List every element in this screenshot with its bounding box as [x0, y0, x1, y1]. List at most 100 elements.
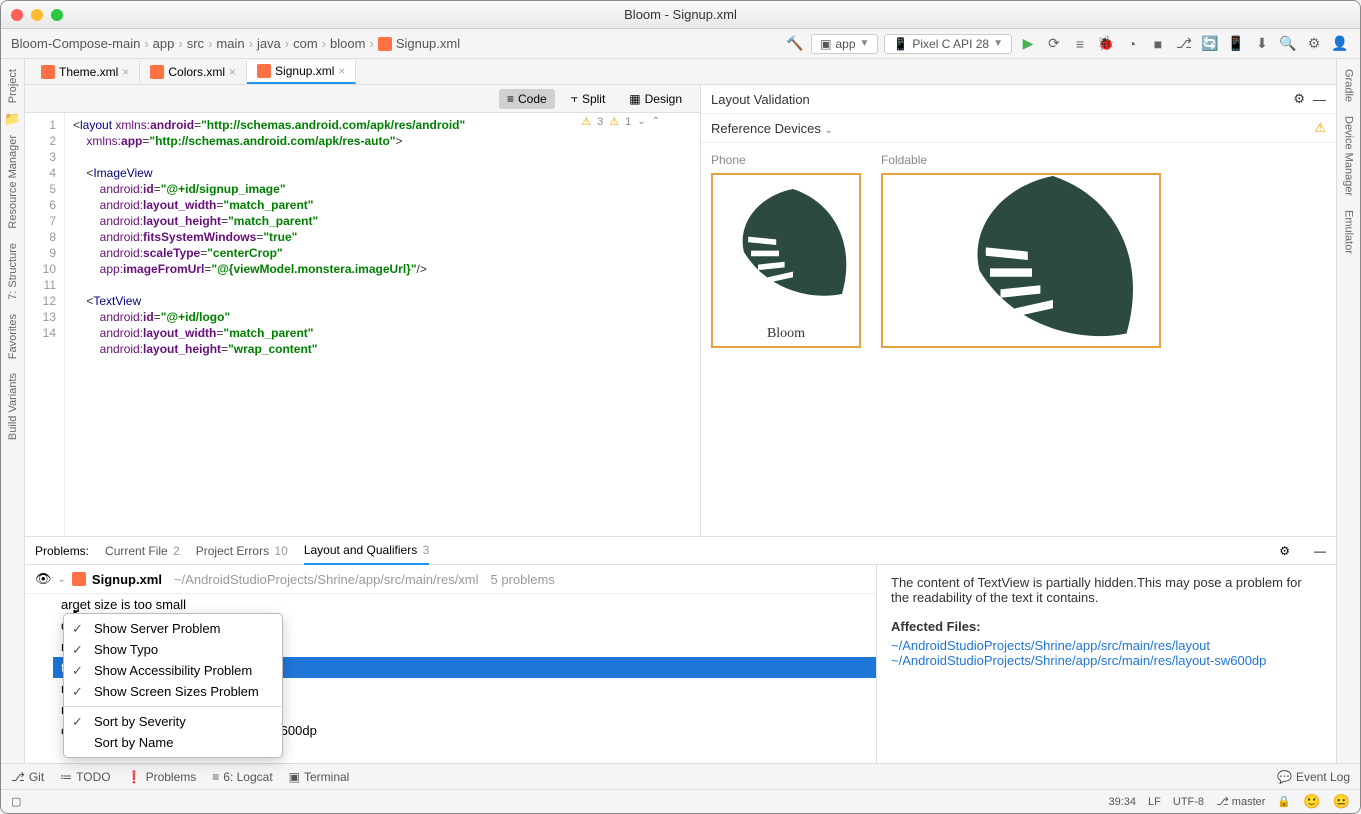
titlebar: Bloom - Signup.xml	[1, 1, 1360, 29]
warning-icon[interactable]: ⚠	[609, 115, 619, 128]
build-icon[interactable]: 🔨	[785, 34, 805, 54]
code-content[interactable]: <layout xmlns:android="http://schemas.an…	[65, 113, 700, 536]
crumb[interactable]: main	[216, 36, 244, 51]
device-label-foldable: Foldable	[881, 153, 1161, 167]
settings-icon[interactable]: ⚙	[1304, 34, 1324, 54]
chevron-down-icon[interactable]: ⌄	[824, 125, 832, 136]
account-icon[interactable]: 👤	[1330, 34, 1350, 54]
lock-icon[interactable]: 🔒	[1277, 795, 1291, 808]
problem-item[interactable]: arget size is too small	[53, 594, 876, 615]
breadcrumb: Bloom-Compose-main› app› src› main› java…	[11, 36, 785, 51]
close-tab-icon[interactable]: ×	[229, 65, 236, 79]
eye-icon[interactable]: 👁	[35, 571, 52, 587]
apply-code-icon[interactable]: ≡	[1070, 34, 1090, 54]
tab-signup[interactable]: Signup.xml ×	[247, 60, 356, 84]
menu-show-typo[interactable]: ✓Show Typo	[64, 639, 282, 660]
run-config-selector[interactable]: ▣ app ▼	[811, 34, 878, 54]
rail-buildvar[interactable]: Build Variants	[7, 367, 19, 446]
rail-resmgr[interactable]: Resource Manager	[7, 129, 19, 235]
gear-icon[interactable]: ⚙	[1293, 91, 1305, 107]
minimize-icon[interactable]: —	[1313, 92, 1326, 107]
leaf-icon	[943, 173, 1161, 348]
tab-layout-qualifiers[interactable]: Layout and Qualifiers 3	[304, 537, 429, 565]
navbar: Bloom-Compose-main› app› src› main› java…	[1, 29, 1360, 59]
toolwin-terminal[interactable]: ▣ Terminal	[289, 770, 350, 784]
bottom-toolbar: ⎇ Git ≔ TODO ❗ Problems ≡ 6: Logcat ▣ Te…	[1, 763, 1360, 789]
sdk-icon[interactable]: ⬇	[1252, 34, 1272, 54]
chevron-down-icon[interactable]: ⌄	[58, 574, 66, 585]
filter-context-menu: ✓Show Server Problem ✓Show Typo ✓Show Ac…	[63, 613, 283, 758]
detail-body: The content of TextView is partially hid…	[891, 575, 1322, 605]
crumb[interactable]: src	[187, 36, 204, 51]
rail-structure[interactable]: 7: Structure	[7, 237, 19, 306]
affected-file-link[interactable]: ~/AndroidStudioProjects/Shrine/app/src/m…	[891, 638, 1322, 653]
menu-show-screen-sizes[interactable]: ✓Show Screen Sizes Problem	[64, 681, 282, 702]
view-code-button[interactable]: ≡ Code	[499, 89, 555, 109]
crumb[interactable]: Signup.xml	[396, 36, 460, 51]
right-tool-rail: Gradle Device Manager Emulator	[1336, 59, 1360, 763]
window-title: Bloom - Signup.xml	[1, 7, 1360, 22]
rail-project[interactable]: Project	[7, 63, 19, 109]
menu-sort-severity[interactable]: ✓Sort by Severity	[64, 711, 282, 732]
gear-icon[interactable]: ⚙	[1279, 544, 1290, 558]
stop-icon[interactable]: ■	[1148, 34, 1168, 54]
crumb[interactable]: bloom	[330, 36, 365, 51]
close-tab-icon[interactable]: ×	[122, 65, 129, 79]
tab-colors[interactable]: Colors.xml ×	[140, 61, 247, 83]
status-face-ok-icon[interactable]: 🙂	[1303, 793, 1320, 810]
rail-gradle[interactable]: Gradle	[1343, 63, 1355, 108]
device-label-phone: Phone	[711, 153, 861, 167]
tab-theme[interactable]: Theme.xml ×	[31, 61, 140, 83]
affected-file-link[interactable]: ~/AndroidStudioProjects/Shrine/app/src/m…	[891, 653, 1322, 668]
encoding[interactable]: UTF-8	[1173, 796, 1204, 808]
debug-icon[interactable]: 🐞	[1096, 34, 1116, 54]
phone-preview[interactable]: Bloom	[711, 173, 861, 348]
sync-icon[interactable]: 🔄	[1200, 34, 1220, 54]
rail-emulator[interactable]: Emulator	[1343, 204, 1355, 260]
minimize-icon[interactable]: —	[1314, 544, 1326, 558]
reference-devices-label[interactable]: Reference Devices	[711, 121, 821, 136]
toolwin-git[interactable]: ⎇ Git	[11, 770, 44, 784]
menu-show-accessibility[interactable]: ✓Show Accessibility Problem	[64, 660, 282, 681]
toolwin-problems[interactable]: ❗ Problems	[127, 770, 197, 784]
warning-icon[interactable]: ⚠	[581, 115, 591, 128]
tab-current-file[interactable]: Current File 2	[105, 538, 180, 564]
close-tab-icon[interactable]: ×	[338, 64, 345, 78]
git-icon[interactable]: ⎇	[1174, 34, 1194, 54]
problem-file-row[interactable]: 👁 ⌄ Signup.xml ~/AndroidStudioProjects/S…	[25, 565, 876, 594]
problems-label: Problems:	[35, 544, 89, 558]
device-selector[interactable]: 📱 Pixel C API 28 ▼	[884, 34, 1012, 54]
status-face-warn-icon[interactable]: 😐	[1333, 793, 1350, 810]
toolwin-todo[interactable]: ≔ TODO	[60, 770, 110, 784]
editor-tabs: Theme.xml × Colors.xml × Signup.xml ×	[25, 59, 1336, 85]
tab-project-errors[interactable]: Project Errors 10	[196, 538, 288, 564]
cursor-position[interactable]: 39:34	[1109, 796, 1137, 808]
warning-icon[interactable]: ⚠	[1314, 120, 1326, 136]
code-editor[interactable]: ⚠3 ⚠1 ⌄ ⌃ 1 2 3 4 5 6 7 8 9 10 11 12 13 …	[25, 113, 700, 536]
crumb[interactable]: Bloom-Compose-main	[11, 36, 140, 51]
event-log[interactable]: 💬 Event Log	[1277, 770, 1350, 784]
menu-show-server-problem[interactable]: ✓Show Server Problem	[64, 618, 282, 639]
folder-icon[interactable]: 📁	[4, 111, 20, 127]
status-icon[interactable]: ▢	[11, 795, 21, 808]
line-sep[interactable]: LF	[1148, 796, 1161, 808]
rail-favorites[interactable]: Favorites	[7, 308, 19, 365]
avd-icon[interactable]: 📱	[1226, 34, 1246, 54]
chevron-up-icon[interactable]: ⌃	[652, 116, 660, 127]
view-design-button[interactable]: ▦ Design	[621, 89, 690, 109]
profile-icon[interactable]: ◔	[1122, 34, 1142, 54]
crumb[interactable]: com	[293, 36, 318, 51]
foldable-preview[interactable]	[881, 173, 1161, 348]
crumb[interactable]: app	[153, 36, 175, 51]
git-branch[interactable]: ⎇ master	[1216, 795, 1265, 808]
chevron-down-icon[interactable]: ⌄	[637, 116, 645, 127]
menu-sort-name[interactable]: Sort by Name	[64, 732, 282, 753]
left-tool-rail: Project 📁 Resource Manager 7: Structure …	[1, 59, 25, 763]
apply-changes-icon[interactable]: ⟳	[1044, 34, 1064, 54]
search-icon[interactable]: 🔍	[1278, 34, 1298, 54]
view-split-button[interactable]: ⫟ Split	[563, 88, 614, 109]
toolwin-logcat[interactable]: ≡ 6: Logcat	[212, 770, 272, 784]
rail-device-manager[interactable]: Device Manager	[1343, 110, 1355, 202]
crumb[interactable]: java	[257, 36, 281, 51]
run-icon[interactable]: ▶	[1018, 34, 1038, 54]
